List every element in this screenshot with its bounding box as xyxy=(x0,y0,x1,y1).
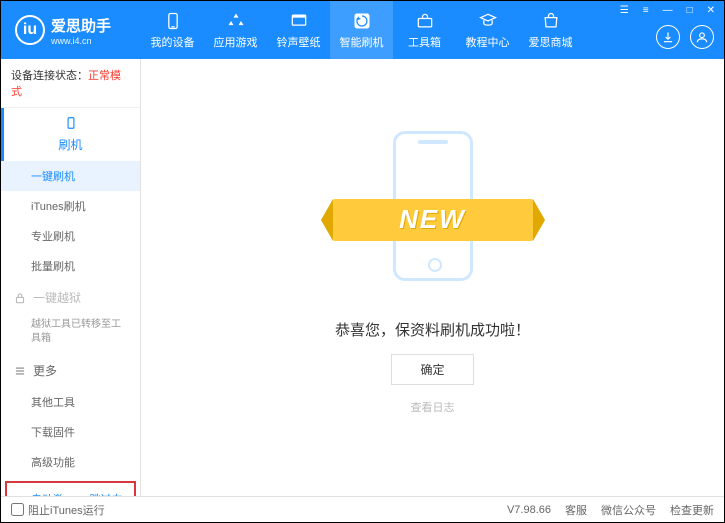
close-button[interactable]: ✕ xyxy=(704,3,718,18)
header: iu 爱思助手 www.i4.cn 我的设备 应用游戏 铃声壁纸 智能刷机 xyxy=(1,1,724,59)
sidebar-item-itunes-flash[interactable]: iTunes刷机 xyxy=(1,191,140,221)
sidebar-item-download-firmware[interactable]: 下载固件 xyxy=(1,417,140,447)
nav-flash[interactable]: 智能刷机 xyxy=(330,1,393,59)
version-label: V7.98.66 xyxy=(507,504,551,516)
lock-icon xyxy=(13,291,27,305)
section-label: 一键越狱 xyxy=(33,289,81,306)
app-window: iu 爱思助手 www.i4.cn 我的设备 应用游戏 铃声壁纸 智能刷机 xyxy=(0,0,725,523)
sidebar-section-jailbreak[interactable]: 一键越狱 xyxy=(1,281,140,314)
view-log-link[interactable]: 查看日志 xyxy=(411,399,455,415)
sidebar-item-oneclick-flash[interactable]: 一键刷机 xyxy=(1,161,140,191)
toolbox-icon xyxy=(415,11,435,31)
minimize-button[interactable]: — xyxy=(660,3,676,18)
nav-my-device[interactable]: 我的设备 xyxy=(141,1,204,59)
flash-icon xyxy=(352,11,372,31)
sidebar-item-batch-flash[interactable]: 批量刷机 xyxy=(1,251,140,281)
customer-service-link[interactable]: 客服 xyxy=(565,502,587,518)
status-label: 设备连接状态： xyxy=(11,70,88,82)
user-button[interactable] xyxy=(690,25,714,49)
apps-icon xyxy=(226,11,246,31)
tutorial-icon xyxy=(478,11,498,31)
sidebar-section-flash[interactable]: 刷机 xyxy=(1,108,140,161)
nav-store[interactable]: 爱思商城 xyxy=(519,1,582,59)
ok-button[interactable]: 确定 xyxy=(391,354,473,385)
app-url: www.i4.cn xyxy=(51,36,111,46)
section-label: 更多 xyxy=(33,362,57,379)
sidebar-item-pro-flash[interactable]: 专业刷机 xyxy=(1,221,140,251)
wechat-link[interactable]: 微信公众号 xyxy=(601,502,656,518)
app-title: 爱思助手 xyxy=(51,15,111,36)
nav-toolbox[interactable]: 工具箱 xyxy=(393,1,456,59)
main-nav: 我的设备 应用游戏 铃声壁纸 智能刷机 工具箱 教程中心 xyxy=(141,1,582,59)
header-right xyxy=(656,25,714,49)
sidebar-item-other-tools[interactable]: 其他工具 xyxy=(1,387,140,417)
list-icon xyxy=(13,364,27,378)
section-label: 刷机 xyxy=(58,136,82,153)
media-icon xyxy=(289,11,309,31)
nav-label: 教程中心 xyxy=(466,34,510,50)
download-button[interactable] xyxy=(656,25,680,49)
sidebar: 设备连接状态：正常模式 刷机 一键刷机 iTunes刷机 专业刷机 批量刷机 一… xyxy=(1,59,141,496)
nav-label: 智能刷机 xyxy=(340,34,384,50)
nav-label: 铃声壁纸 xyxy=(277,34,321,50)
block-itunes-checkbox[interactable]: 阻止iTunes运行 xyxy=(11,502,105,518)
main-content: NEW 恭喜您，保资料刷机成功啦！ 确定 查看日志 xyxy=(141,59,724,496)
sidebar-section-more[interactable]: 更多 xyxy=(1,354,140,387)
jailbreak-note: 越狱工具已转移至工具箱 xyxy=(1,314,140,354)
settings-icon[interactable]: ≡ xyxy=(640,3,652,18)
store-icon xyxy=(541,11,561,31)
nav-ringtones[interactable]: 铃声壁纸 xyxy=(267,1,330,59)
window-controls: ☰ ≡ — □ ✕ xyxy=(617,3,718,18)
logo-icon: iu xyxy=(15,15,45,45)
nav-apps[interactable]: 应用游戏 xyxy=(204,1,267,59)
phone-icon xyxy=(64,116,78,130)
new-banner: NEW xyxy=(333,199,533,241)
nav-label: 爱思商城 xyxy=(529,34,573,50)
options-highlight-box: 自动激活 跳过向导 xyxy=(5,481,136,496)
nav-label: 工具箱 xyxy=(408,34,441,50)
body: 设备连接状态：正常模式 刷机 一键刷机 iTunes刷机 专业刷机 批量刷机 一… xyxy=(1,59,724,496)
success-illustration: NEW xyxy=(323,121,543,301)
maximize-button[interactable]: □ xyxy=(684,3,696,18)
device-status-row: 设备连接状态：正常模式 xyxy=(1,59,140,108)
sidebar-item-advanced[interactable]: 高级功能 xyxy=(1,447,140,477)
nav-tutorial[interactable]: 教程中心 xyxy=(456,1,519,59)
success-message: 恭喜您，保资料刷机成功啦！ xyxy=(335,319,530,340)
nav-label: 应用游戏 xyxy=(214,34,258,50)
nav-label: 我的设备 xyxy=(151,34,195,50)
check-update-link[interactable]: 检查更新 xyxy=(670,502,714,518)
footer: 阻止iTunes运行 V7.98.66 客服 微信公众号 检查更新 xyxy=(1,496,724,522)
logo-area: iu 爱思助手 www.i4.cn xyxy=(1,15,141,46)
menu-icon[interactable]: ☰ xyxy=(617,3,632,18)
device-icon xyxy=(163,11,183,31)
